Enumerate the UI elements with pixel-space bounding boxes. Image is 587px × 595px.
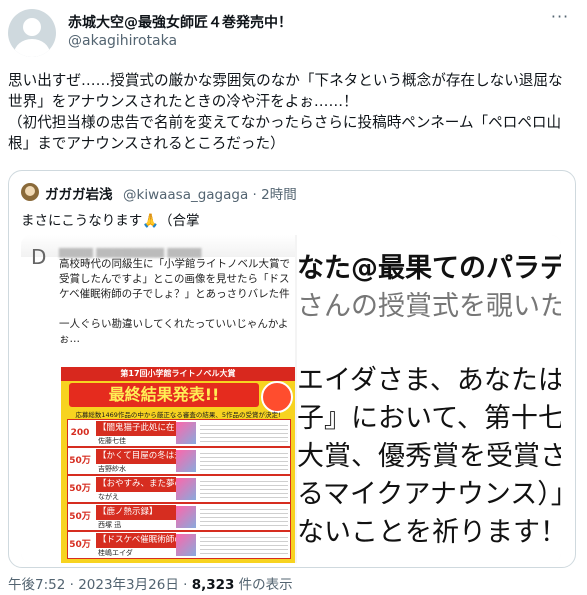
quote-media[interactable]: D ▆▆▆▆ ▆▆▆▆▆▆▆▆ ▆▆▆▆ 高校時代の同級生に「小学館ライトノベル… [21, 235, 561, 563]
image-right-line: ないことを祈ります！w [297, 517, 561, 548]
image-left-text: 高校時代の同級生に「小学館ライトノベル大賞で受賞したんですよ」とこの画像を見せた… [59, 258, 290, 345]
image-right-line: さんの授賞式を覗いたこ [297, 291, 561, 322]
entry-prize: 50万 [68, 448, 92, 474]
author-display-name[interactable]: 赤城大空@最強女師匠４巻発売中！ [68, 12, 292, 32]
poster-entry: 50万 【鹿ノ熱示録】 西塚 迅 [67, 503, 291, 531]
poster-entry: 200万 【闇鬼猫子此処に在り】 佐藤七佳 [67, 419, 291, 464]
entry-prize: 50万 [68, 504, 92, 530]
entry-title: 【おやすみ、また夢の続きを】 [96, 477, 176, 492]
quote-avatar-face [25, 186, 35, 196]
poster-subtitle: 応募総数1469作品の中から厳正なる審査の結果、5作品の受賞が決定! [75, 411, 281, 419]
quote-display-name[interactable]: ガガガ岩浅 [45, 183, 113, 203]
entry-description [200, 506, 288, 528]
image-right-line: エイダさま、あなたは『 [297, 365, 561, 396]
avatar-head-shape [23, 18, 41, 36]
entry-prize: 50万 [68, 476, 92, 502]
entry-author: ながえ [98, 493, 119, 501]
entry-description [200, 478, 288, 500]
tweet-meta: 午後7:52 · 2023年3月26日 · 8,323 件の表示 [8, 573, 293, 593]
entry-description [200, 450, 288, 472]
image-right-line: 大賞、優秀賞を受賞され [297, 441, 561, 472]
entry-cover [176, 422, 196, 444]
entry-title: 【鹿ノ熱示録】 [96, 505, 176, 520]
entry-title: 【ドスケベ催眠術師の子】 [96, 533, 176, 548]
quote-handle[interactable]: @kiwaasa_gagaga · 2時間 [123, 183, 297, 203]
more-options-icon[interactable]: ··· [548, 9, 572, 25]
quote-tweet[interactable]: ガガガ岩浅 @kiwaasa_gagaga · 2時間 まさにこうなります🙏（合… [8, 170, 576, 568]
entry-prize: 200万 [68, 420, 92, 464]
image-right-line: るマイクアナウンス）」 [297, 479, 561, 510]
poster-entry: 50万 【おやすみ、また夢の続きを】 ながえ [67, 475, 291, 503]
entry-title: 【かくて目屋の冬は去り】 [96, 449, 176, 464]
image-letter: D [31, 245, 47, 269]
entry-author: 西塚 迅 [98, 521, 122, 529]
entry-description [200, 534, 288, 556]
tweet: 赤城大空@最強女師匠４巻発売中！ @akagihirotaka ··· 思い出す… [0, 0, 587, 595]
entry-cover [176, 506, 196, 528]
entry-author: 吉野紗水 [98, 465, 126, 473]
views-label: 件の表示 [234, 577, 293, 593]
image-right-line: なた@最果てのパラディ [297, 253, 561, 284]
poster-title: 最終結果発表!! [69, 383, 259, 407]
quote-text: まさにこうなります🙏（合掌 [21, 213, 200, 229]
entry-title: 【闇鬼猫子此処に在り】 [96, 421, 176, 436]
award-poster: 第17回小学館ライトノベル大賞 最終結果発表!! 応募総数1469作品の中から厳… [61, 367, 295, 563]
media-image-right[interactable]: なた@最果てのパラディ さんの授賞式を覗いたこ エイダさま、あなたは『 子』にお… [297, 235, 561, 563]
views-count: 8,323 [191, 577, 235, 593]
avatar-body-shape [14, 39, 50, 57]
media-image-left[interactable]: D ▆▆▆▆ ▆▆▆▆▆▆▆▆ ▆▆▆▆ 高校時代の同級生に「小学館ライトノベル… [21, 235, 295, 563]
poster-entry: 50万 【ドスケベ催眠術師の子】 桂嶋エイダ [67, 531, 291, 559]
entry-author: 桂嶋エイダ [98, 549, 133, 557]
entry-cover [176, 534, 196, 556]
image-right-line: 子』において、第十七回 [297, 403, 561, 434]
entry-author: 佐藤七佳 [98, 437, 126, 445]
entry-prize: 50万 [68, 532, 92, 558]
entry-cover [176, 478, 196, 500]
tweet-timestamp[interactable]: 午後7:52 · 2023年3月26日 · [8, 577, 192, 593]
poster-entry: 50万 【かくて目屋の冬は去り】 吉野紗水 [67, 447, 291, 475]
entry-cover [176, 450, 196, 472]
quote-avatar[interactable] [21, 183, 39, 201]
avatar[interactable] [8, 9, 56, 57]
entry-description [200, 422, 288, 444]
tweet-text: 思い出すぜ……授賞式の厳かな雰囲気のなか「下ネタという概念が存在しない退屈な世界… [8, 72, 563, 152]
author-handle[interactable]: @akagihirotaka [68, 33, 177, 49]
poster-header: 第17回小学館ライトノベル大賞 [61, 367, 295, 381]
